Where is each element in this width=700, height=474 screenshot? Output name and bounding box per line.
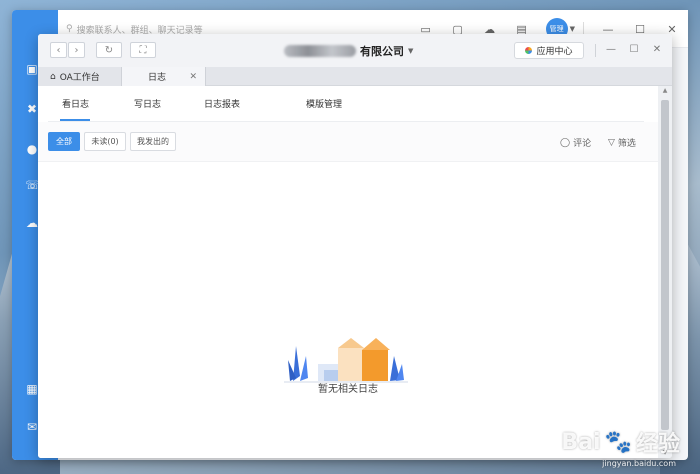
watermark-brand-2: 经验 bbox=[635, 432, 680, 457]
tab-label: 日志 bbox=[148, 73, 167, 83]
comment-button[interactable]: ◯ 评论 bbox=[560, 136, 592, 150]
oa-window: ‹ › ↻ ⛶ 有限公司 ▼ 应用中心 — ☐ ✕ ⌂ OA工作台 日志 ✕ 看… bbox=[38, 34, 672, 458]
company-name-blurred bbox=[284, 45, 356, 57]
minimize-icon[interactable]: — bbox=[604, 43, 618, 57]
avatar-caret-icon[interactable]: ▼ bbox=[570, 25, 575, 33]
filter-unread-button[interactable]: 未读(0) bbox=[84, 132, 126, 151]
filter-sent-button[interactable]: 我发出的 bbox=[130, 132, 176, 151]
active-tab-indicator bbox=[60, 119, 90, 121]
message-icon[interactable]: ▣ bbox=[25, 62, 39, 76]
tab-log[interactable]: 日志 ✕ bbox=[122, 67, 206, 86]
scrollbar-thumb[interactable] bbox=[661, 100, 669, 430]
home-icon: ⌂ bbox=[50, 71, 56, 82]
scroll-up-icon[interactable]: ▲ bbox=[658, 86, 672, 96]
log-subnav: 看日志 写日志 日志报表 模版管理 bbox=[48, 86, 644, 122]
filter-button[interactable]: ▽ 筛选 bbox=[608, 136, 636, 150]
baidu-watermark: Bai 🐾 经验 jingyan.baidu.com bbox=[561, 426, 680, 469]
funnel-icon: ▽ bbox=[608, 137, 615, 148]
search-icon: ⚲ bbox=[66, 24, 73, 34]
forward-button[interactable]: › bbox=[68, 42, 85, 58]
empty-state-illustration bbox=[284, 338, 408, 383]
empty-state-message: 暂无相关日志 bbox=[318, 384, 378, 395]
phone-icon[interactable]: ☏ bbox=[25, 178, 40, 192]
tab-label: OA工作台 bbox=[59, 73, 100, 83]
close-icon[interactable]: ✕ bbox=[650, 43, 664, 57]
vertical-scrollbar[interactable]: ▲ ▼ bbox=[658, 86, 672, 458]
maximize-icon[interactable]: ☐ bbox=[627, 43, 641, 57]
comment-icon: ◯ bbox=[560, 137, 571, 148]
subtab-write-log[interactable]: 写日志 bbox=[134, 97, 161, 110]
subtab-template-manage[interactable]: 模版管理 bbox=[306, 97, 342, 110]
app-center-label: 应用中心 bbox=[536, 47, 573, 57]
watermark-brand: Bai bbox=[561, 429, 601, 455]
apps-grid-icon[interactable]: ▦ bbox=[25, 382, 39, 396]
close-tab-icon[interactable]: ✕ bbox=[189, 72, 197, 82]
subtab-view-log[interactable]: 看日志 bbox=[62, 97, 89, 110]
mail-icon[interactable]: ✉ bbox=[25, 420, 39, 434]
filter-label: 筛选 bbox=[617, 139, 636, 149]
subtab-log-report[interactable]: 日志报表 bbox=[204, 97, 240, 110]
comment-label: 评论 bbox=[573, 139, 592, 149]
back-button[interactable]: ‹ bbox=[50, 42, 67, 58]
tab-oa-workbench[interactable]: ⌂ OA工作台 bbox=[38, 67, 122, 86]
company-name: 有限公司 bbox=[360, 45, 404, 58]
workbench-icon[interactable]: ● bbox=[25, 142, 39, 156]
refresh-button[interactable]: ↻ bbox=[96, 42, 122, 58]
log-content: 看日志 写日志 日志报表 模版管理 全部 未读(0) 我发出的 ◯ 评论 ▽ 筛… bbox=[38, 86, 658, 458]
watermark-url: jingyan.baidu.com bbox=[602, 459, 676, 468]
paw-icon: 🐾 bbox=[604, 429, 632, 455]
cloud-icon[interactable]: ☁ bbox=[25, 216, 39, 230]
contacts-icon[interactable]: ✖ bbox=[25, 102, 39, 116]
chevron-down-icon: ▼ bbox=[408, 47, 414, 55]
company-selector[interactable]: 有限公司 ▼ bbox=[284, 43, 413, 59]
divider bbox=[595, 44, 596, 57]
app-center-icon bbox=[525, 47, 533, 54]
filter-bar: 全部 未读(0) 我发出的 ◯ 评论 ▽ 筛选 bbox=[38, 122, 658, 162]
fullscreen-button[interactable]: ⛶ bbox=[130, 42, 156, 58]
app-center-button[interactable]: 应用中心 bbox=[514, 42, 584, 59]
oa-titlebar: ‹ › ↻ ⛶ 有限公司 ▼ 应用中心 — ☐ ✕ bbox=[38, 34, 672, 67]
filter-all-button[interactable]: 全部 bbox=[48, 132, 80, 151]
tab-bar: ⌂ OA工作台 日志 ✕ bbox=[38, 67, 672, 86]
